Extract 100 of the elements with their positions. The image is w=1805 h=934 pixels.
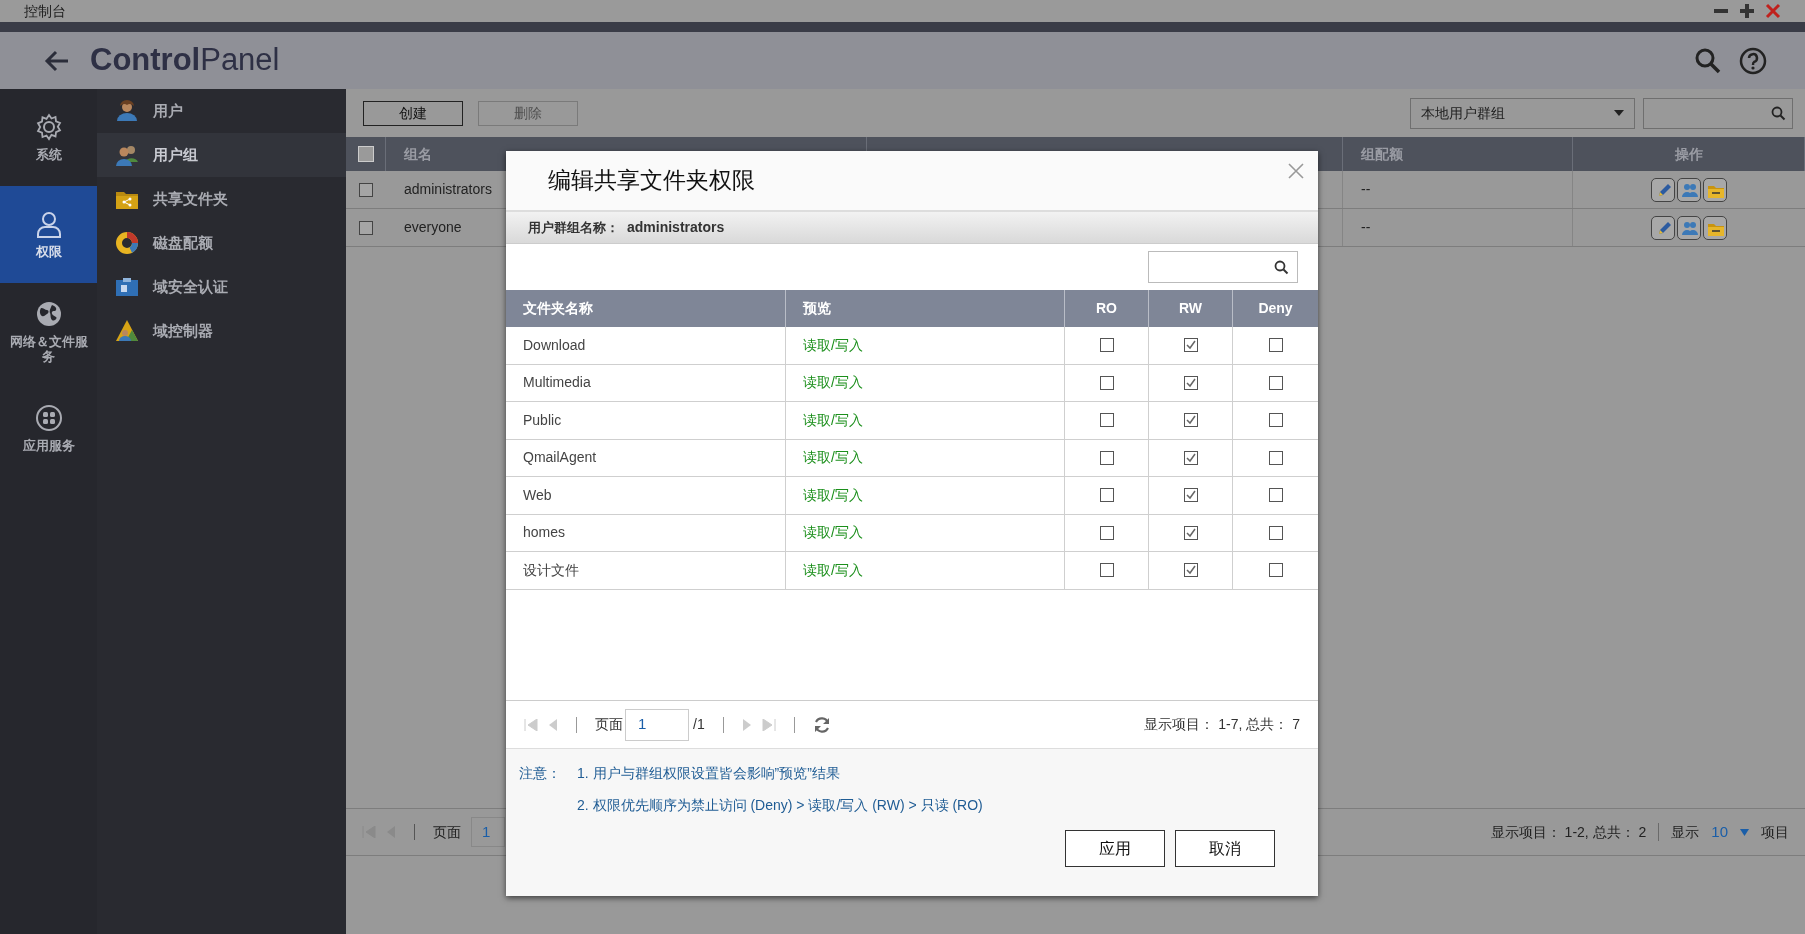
- table-cell-text: Web: [523, 485, 552, 505]
- checkbox[interactable]: [359, 220, 373, 235]
- checkbox[interactable]: [1268, 413, 1283, 428]
- group-filter-dropdown[interactable]: 本地用户群组: [1410, 97, 1635, 129]
- table-cell-text: --: [1361, 218, 1371, 237]
- column-header: 预览: [803, 299, 831, 318]
- column-header: 文件夹名称: [523, 299, 593, 318]
- column-header: RO: [1096, 299, 1117, 318]
- checkbox[interactable]: [1099, 450, 1114, 465]
- sidebar-item[interactable]: 磁盘配额: [97, 221, 346, 265]
- page-label: 页面: [433, 822, 461, 842]
- toolbar-button[interactable]: 创建: [363, 100, 463, 126]
- table-cell-text: QmailAgent: [523, 448, 597, 468]
- checkbox[interactable]: [1268, 488, 1283, 503]
- checkbox[interactable]: [1268, 338, 1283, 353]
- show-label: 显示: [1671, 822, 1700, 842]
- rail-item[interactable]: 权限: [0, 186, 97, 283]
- page-field[interactable]: 1: [625, 708, 689, 741]
- checkbox[interactable]: [1183, 488, 1198, 503]
- table-cell-text: --: [1361, 180, 1371, 199]
- table-cell-text: 读取/写入: [803, 448, 863, 468]
- dropdown-caret-icon: [1740, 828, 1749, 836]
- table-cell-text: homes: [523, 523, 566, 543]
- table-cell-text: administrators: [404, 180, 492, 199]
- search-icon: [1274, 259, 1289, 275]
- group-name-label: 用户群组名称：: [528, 218, 619, 237]
- checkbox[interactable]: [1183, 563, 1198, 578]
- column-header: Deny: [1258, 299, 1293, 318]
- search-icon[interactable]: [1695, 47, 1721, 74]
- rail-item[interactable]: 系统: [0, 89, 97, 186]
- checkbox[interactable]: [1268, 525, 1283, 540]
- table-cell-text: everyone: [404, 218, 462, 237]
- folder-button[interactable]: [1703, 215, 1727, 240]
- dialog-button[interactable]: 取消: [1175, 830, 1275, 867]
- search-field[interactable]: [1643, 97, 1793, 129]
- back-arrow-icon[interactable]: [44, 49, 70, 72]
- select-all-checkbox[interactable]: [357, 146, 374, 162]
- column-header: 操作: [1674, 144, 1703, 164]
- people-button[interactable]: [1677, 215, 1701, 240]
- checkbox[interactable]: [1183, 338, 1198, 353]
- checkbox[interactable]: [1099, 525, 1114, 540]
- dropdown-caret-icon: [1614, 110, 1624, 116]
- items-summary: 显示项目： 1-2, 总共： 2: [1490, 822, 1647, 842]
- person-icon: [34, 210, 63, 238]
- column-header: RW: [1178, 299, 1203, 318]
- table-cell-text: 读取/写入: [803, 335, 863, 355]
- page-total: /1: [693, 715, 705, 734]
- checkbox[interactable]: [1183, 375, 1198, 390]
- apps-icon: [34, 404, 63, 432]
- group-name: administrators: [627, 218, 725, 237]
- checkbox[interactable]: [1099, 563, 1114, 578]
- group-icon: [115, 143, 139, 167]
- id-card-icon: [115, 275, 139, 299]
- sidebar-item[interactable]: 域安全认证: [97, 265, 346, 309]
- checkbox[interactable]: [1183, 450, 1198, 465]
- checkbox[interactable]: [1183, 525, 1198, 540]
- table-cell-text: Public: [523, 410, 562, 430]
- app-title: ControlPanel: [90, 41, 280, 80]
- edit-button[interactable]: [1651, 215, 1675, 240]
- edit-button[interactable]: [1651, 177, 1675, 202]
- table-cell-text: 读取/写入: [803, 485, 863, 505]
- table-cell-text: 读取/写入: [803, 373, 863, 393]
- pie-chart-icon: [115, 231, 139, 255]
- refresh-icon[interactable]: [812, 715, 831, 734]
- dialog-button[interactable]: 应用: [1065, 830, 1165, 867]
- search-field[interactable]: [1148, 251, 1298, 283]
- note-text: 1. 用户与群组权限设置皆会影响”预览”结果: [577, 764, 841, 783]
- checkbox[interactable]: [1268, 563, 1283, 578]
- checkbox[interactable]: [1099, 338, 1114, 353]
- rail-item[interactable]: 应用服务: [0, 380, 97, 477]
- table-cell-text: 读取/写入: [803, 523, 863, 543]
- table-cell-text: 读取/写入: [803, 560, 863, 580]
- checkbox[interactable]: [1268, 375, 1283, 390]
- checkbox[interactable]: [1183, 413, 1198, 428]
- table-cell-text: 设计文件: [523, 560, 579, 580]
- people-button[interactable]: [1677, 177, 1701, 202]
- checkbox[interactable]: [359, 182, 373, 197]
- sidebar-item[interactable]: 用户组: [97, 133, 346, 177]
- note-label: 注意：: [519, 764, 561, 783]
- sidebar-item[interactable]: 用户: [97, 89, 346, 133]
- folder-button[interactable]: [1703, 177, 1727, 202]
- checkbox[interactable]: [1099, 375, 1114, 390]
- rail-item[interactable]: 网络＆文件服务: [0, 283, 97, 380]
- column-header: 组配额: [1361, 144, 1403, 164]
- table-cell-text: Download: [523, 335, 586, 355]
- sidebar-item[interactable]: 域控制器: [97, 309, 346, 353]
- close-icon[interactable]: [1288, 163, 1304, 179]
- maximize-icon[interactable]: [1739, 3, 1755, 19]
- window-title: 控制台: [24, 1, 66, 21]
- checkbox[interactable]: [1099, 413, 1114, 428]
- checkbox[interactable]: [1099, 488, 1114, 503]
- column-header: 组名: [404, 144, 432, 164]
- table-cell-text: 读取/写入: [803, 410, 863, 430]
- table-cell-text: Multimedia: [523, 373, 591, 393]
- checkbox[interactable]: [1268, 450, 1283, 465]
- items-label: 项目: [1761, 822, 1789, 842]
- search-icon: [1771, 105, 1786, 121]
- sidebar-item[interactable]: 共享文件夹: [97, 177, 346, 221]
- page-label: 页面: [595, 715, 623, 734]
- help-icon[interactable]: [1739, 46, 1767, 75]
